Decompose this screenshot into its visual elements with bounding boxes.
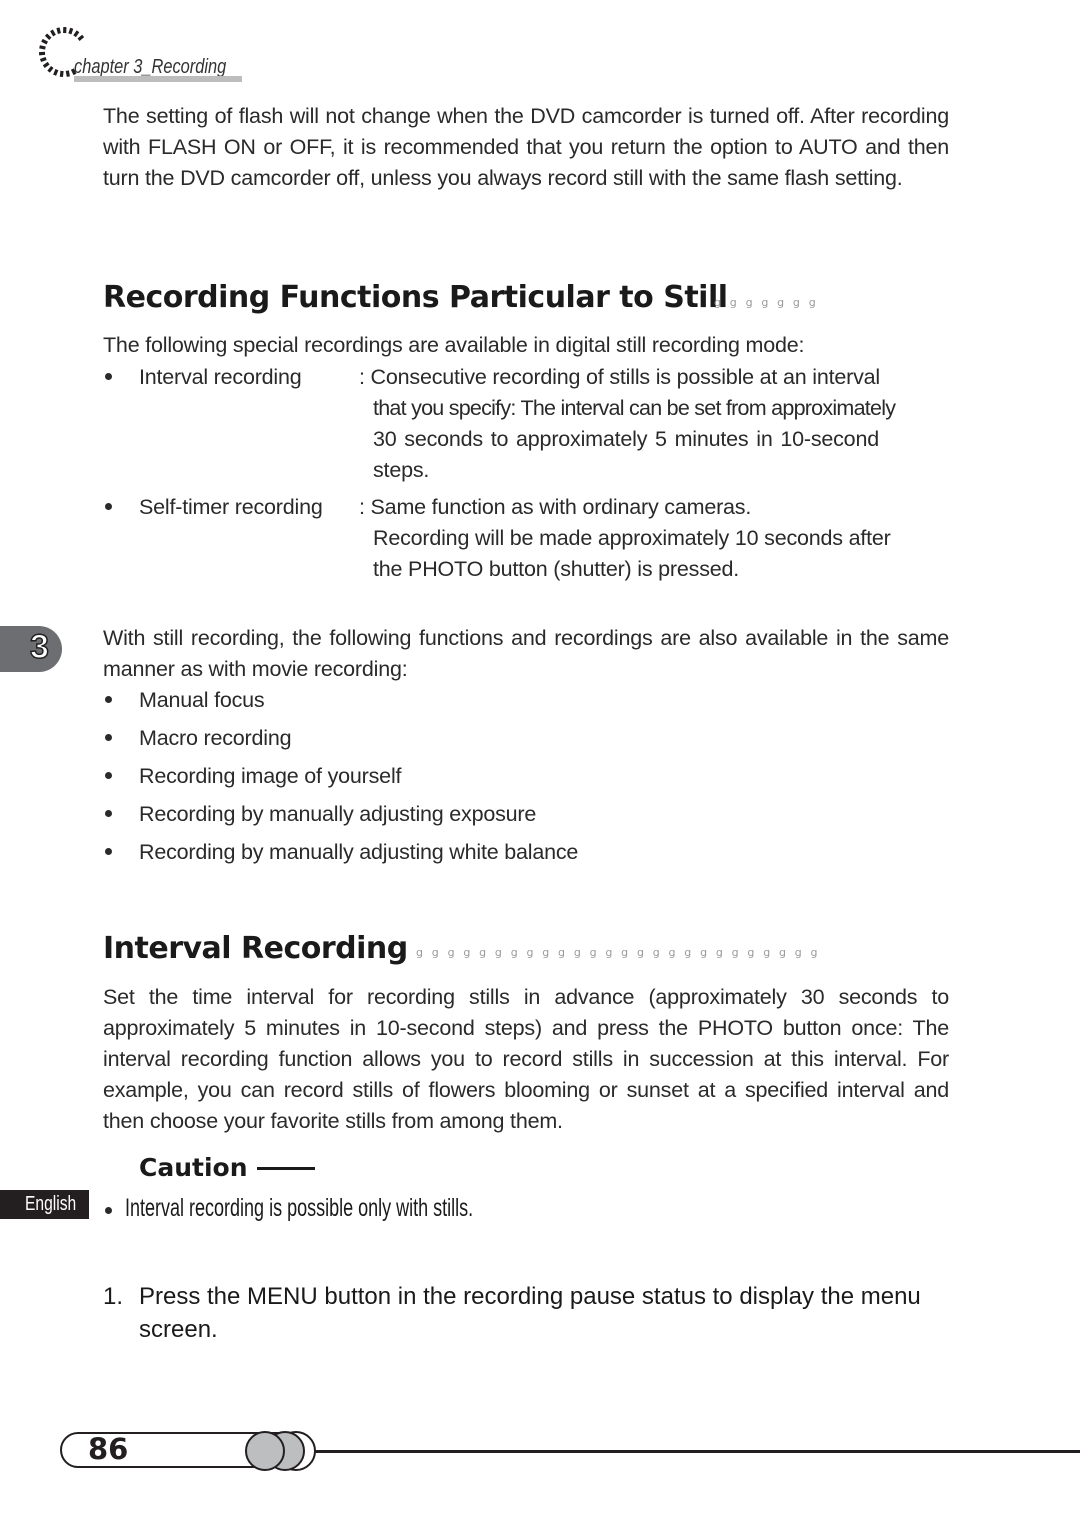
arc-dot <box>59 70 64 78</box>
arc-dot <box>63 26 67 34</box>
list-item: Macro recording <box>139 726 292 750</box>
definition-line: steps. <box>373 458 430 482</box>
section-heading-still-functions: Recording Functions Particular to Still <box>103 280 728 315</box>
list-item: Recording image of yourself <box>139 764 402 788</box>
also-available-intro: With still recording, the following func… <box>103 626 949 681</box>
bullet-icon <box>105 373 115 383</box>
arc-dot <box>44 33 52 40</box>
definition-line: the PHOTO button (shutter) is pressed. <box>373 557 740 581</box>
page-number: 86 <box>88 1432 129 1466</box>
chapter-tab-number: 3 <box>29 627 49 667</box>
bullet-icon <box>105 810 115 820</box>
arc-dot <box>56 27 61 34</box>
bullet-icon <box>105 1207 115 1217</box>
list-item: Manual focus <box>139 688 265 712</box>
definition-line: that you specify: The interval can be se… <box>373 396 896 420</box>
language-label: English <box>25 1193 77 1215</box>
chapter-underline <box>74 76 242 82</box>
heading-leader-dots: ggggggg <box>714 296 825 309</box>
intro-paragraph: The setting of flash will not change whe… <box>103 104 949 190</box>
arc-dot <box>39 56 47 63</box>
arc-dot <box>39 45 46 50</box>
bullet-icon <box>105 696 115 706</box>
definition-line: : Same function as with ordinary cameras… <box>359 495 752 519</box>
bullet-icon <box>105 848 115 858</box>
arc-dot <box>47 65 54 73</box>
definition-line: 30 seconds to approximately 5 minutes in… <box>373 427 879 451</box>
arc-dot <box>41 38 48 45</box>
definition-line: : Consecutive recording of stills is pos… <box>359 365 880 389</box>
caution-item: Interval recording is possible only with… <box>125 1194 474 1222</box>
arc-dot <box>42 61 50 68</box>
step-text: Press the MENU button in the recording p… <box>139 1283 921 1343</box>
bullet-icon <box>105 734 115 744</box>
arc-dot <box>73 30 80 38</box>
caution-title: Caution <box>139 1153 248 1182</box>
definition-term: Interval recording <box>139 365 302 389</box>
list-item: Recording by manually adjusting exposure <box>139 802 537 826</box>
arc-dot <box>38 51 46 56</box>
arc-dot <box>68 27 74 35</box>
definition-line: Recording will be made approximately 10 … <box>373 526 891 550</box>
interval-paragraph: Set the time interval for recording stil… <box>103 985 949 1133</box>
section-heading-interval-recording: Interval Recording <box>103 931 408 966</box>
definition-term: Self-timer recording <box>139 495 323 519</box>
list-item: Recording by manually adjusting white ba… <box>139 840 579 864</box>
special-recordings-intro: The following special recordings are ava… <box>103 333 805 357</box>
footer-rule <box>262 1450 1080 1453</box>
heading-leader-dots: gggggggggggggggggggggggggg <box>416 946 827 959</box>
bullet-icon <box>105 772 115 782</box>
bullet-icon <box>105 503 115 513</box>
decorative-ring-icon <box>245 1431 285 1471</box>
arc-dot <box>77 34 85 42</box>
arc-dot <box>50 29 56 37</box>
arc-dot <box>53 69 59 76</box>
step-number: 1. <box>103 1283 124 1310</box>
caution-rule <box>257 1167 315 1170</box>
arc-dot <box>65 70 70 77</box>
language-tab: English <box>0 1190 89 1219</box>
